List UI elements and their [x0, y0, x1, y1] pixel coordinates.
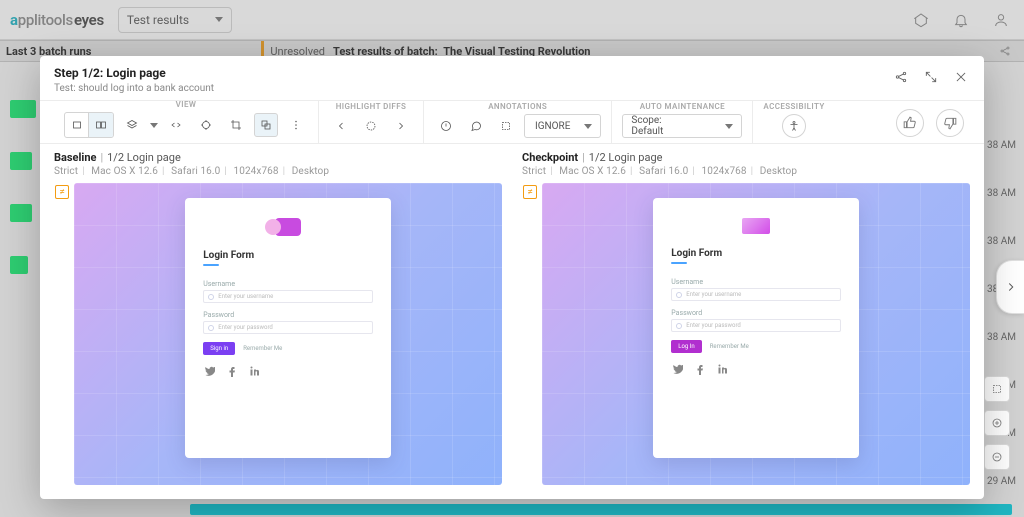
issue-button[interactable] [434, 114, 458, 138]
close-icon[interactable] [952, 68, 970, 86]
side-by-side-button[interactable] [89, 113, 113, 137]
username-field: Enter your username [671, 288, 840, 301]
diff-badge[interactable]: ≠ [55, 185, 69, 199]
more-button[interactable] [284, 113, 308, 137]
linkedin-icon [249, 365, 258, 374]
group-label-view: VIEW [176, 100, 197, 109]
group-label-annotations: ANNOTATIONS [488, 102, 547, 111]
target-button[interactable] [194, 113, 218, 137]
scope-select[interactable]: Scope: Default [622, 114, 742, 138]
chevron-down-icon[interactable] [150, 123, 158, 128]
app-logo-icon [742, 218, 770, 234]
username-field: Enter your username [203, 290, 372, 303]
app-logo-icon [275, 218, 301, 236]
footer-banner [190, 504, 1012, 515]
expand-icon[interactable] [922, 68, 940, 86]
share-icon[interactable] [892, 68, 910, 86]
linkedin-icon [717, 363, 726, 372]
remark-button[interactable] [464, 114, 488, 138]
password-field: Enter your password [671, 319, 840, 332]
crop-button[interactable] [224, 113, 248, 137]
next-diff-button[interactable] [389, 114, 413, 138]
thumbs-up-button[interactable] [896, 109, 924, 137]
next-step-button[interactable] [996, 260, 1024, 314]
region-button[interactable] [494, 114, 518, 138]
password-field: Enter your password [203, 321, 372, 334]
twitter-icon [671, 363, 680, 372]
zoom-in-button[interactable] [984, 410, 1010, 436]
checkpoint-pane: Checkpoint|1/2 Login page Strict| Mac OS… [522, 150, 970, 485]
single-view-button[interactable] [65, 113, 89, 137]
facebook-icon [226, 365, 235, 374]
diff-indicator-button[interactable] [359, 114, 383, 138]
prev-diff-button[interactable] [329, 114, 353, 138]
diff-badge[interactable]: ≠ [523, 185, 537, 199]
batch-thumbnails [10, 100, 36, 274]
group-label-accessibility: ACCESSIBILITY [763, 102, 824, 111]
login-button: Log In [671, 340, 701, 353]
code-button[interactable] [164, 113, 188, 137]
step-viewer-modal: Step 1/2: Login page Test: should log in… [40, 56, 984, 499]
baseline-pane: Baseline|1/2 Login page Strict| Mac OS X… [54, 150, 502, 485]
copy-regions-button[interactable] [254, 113, 278, 137]
accessibility-button[interactable] [782, 114, 806, 138]
baseline-screenshot[interactable]: Login Form Username Enter your username … [74, 183, 502, 485]
group-label-auto: AUTO MAINTENANCE [640, 102, 725, 111]
chevron-down-icon [725, 124, 733, 129]
modal-title: Step 1/2: Login page [54, 66, 892, 80]
twitter-icon [203, 365, 212, 374]
fit-button[interactable] [984, 376, 1010, 402]
group-label-highlight: HIGHLIGHT DIFFS [336, 102, 407, 111]
layers-button[interactable] [120, 113, 144, 137]
thumbs-down-button[interactable] [936, 109, 964, 137]
chevron-down-icon [584, 124, 592, 129]
ignore-dropdown[interactable]: IGNORE [524, 114, 601, 138]
checkpoint-screenshot[interactable]: Login Form Username Enter your username … [542, 183, 970, 485]
signin-button: Sign in [203, 342, 235, 355]
modal-subtitle: Test: should log into a bank account [54, 83, 892, 94]
facebook-icon [694, 363, 703, 372]
zoom-out-button[interactable] [984, 444, 1010, 470]
toolbar: VIEW HIGHLIGHT DIFFS [40, 100, 984, 144]
